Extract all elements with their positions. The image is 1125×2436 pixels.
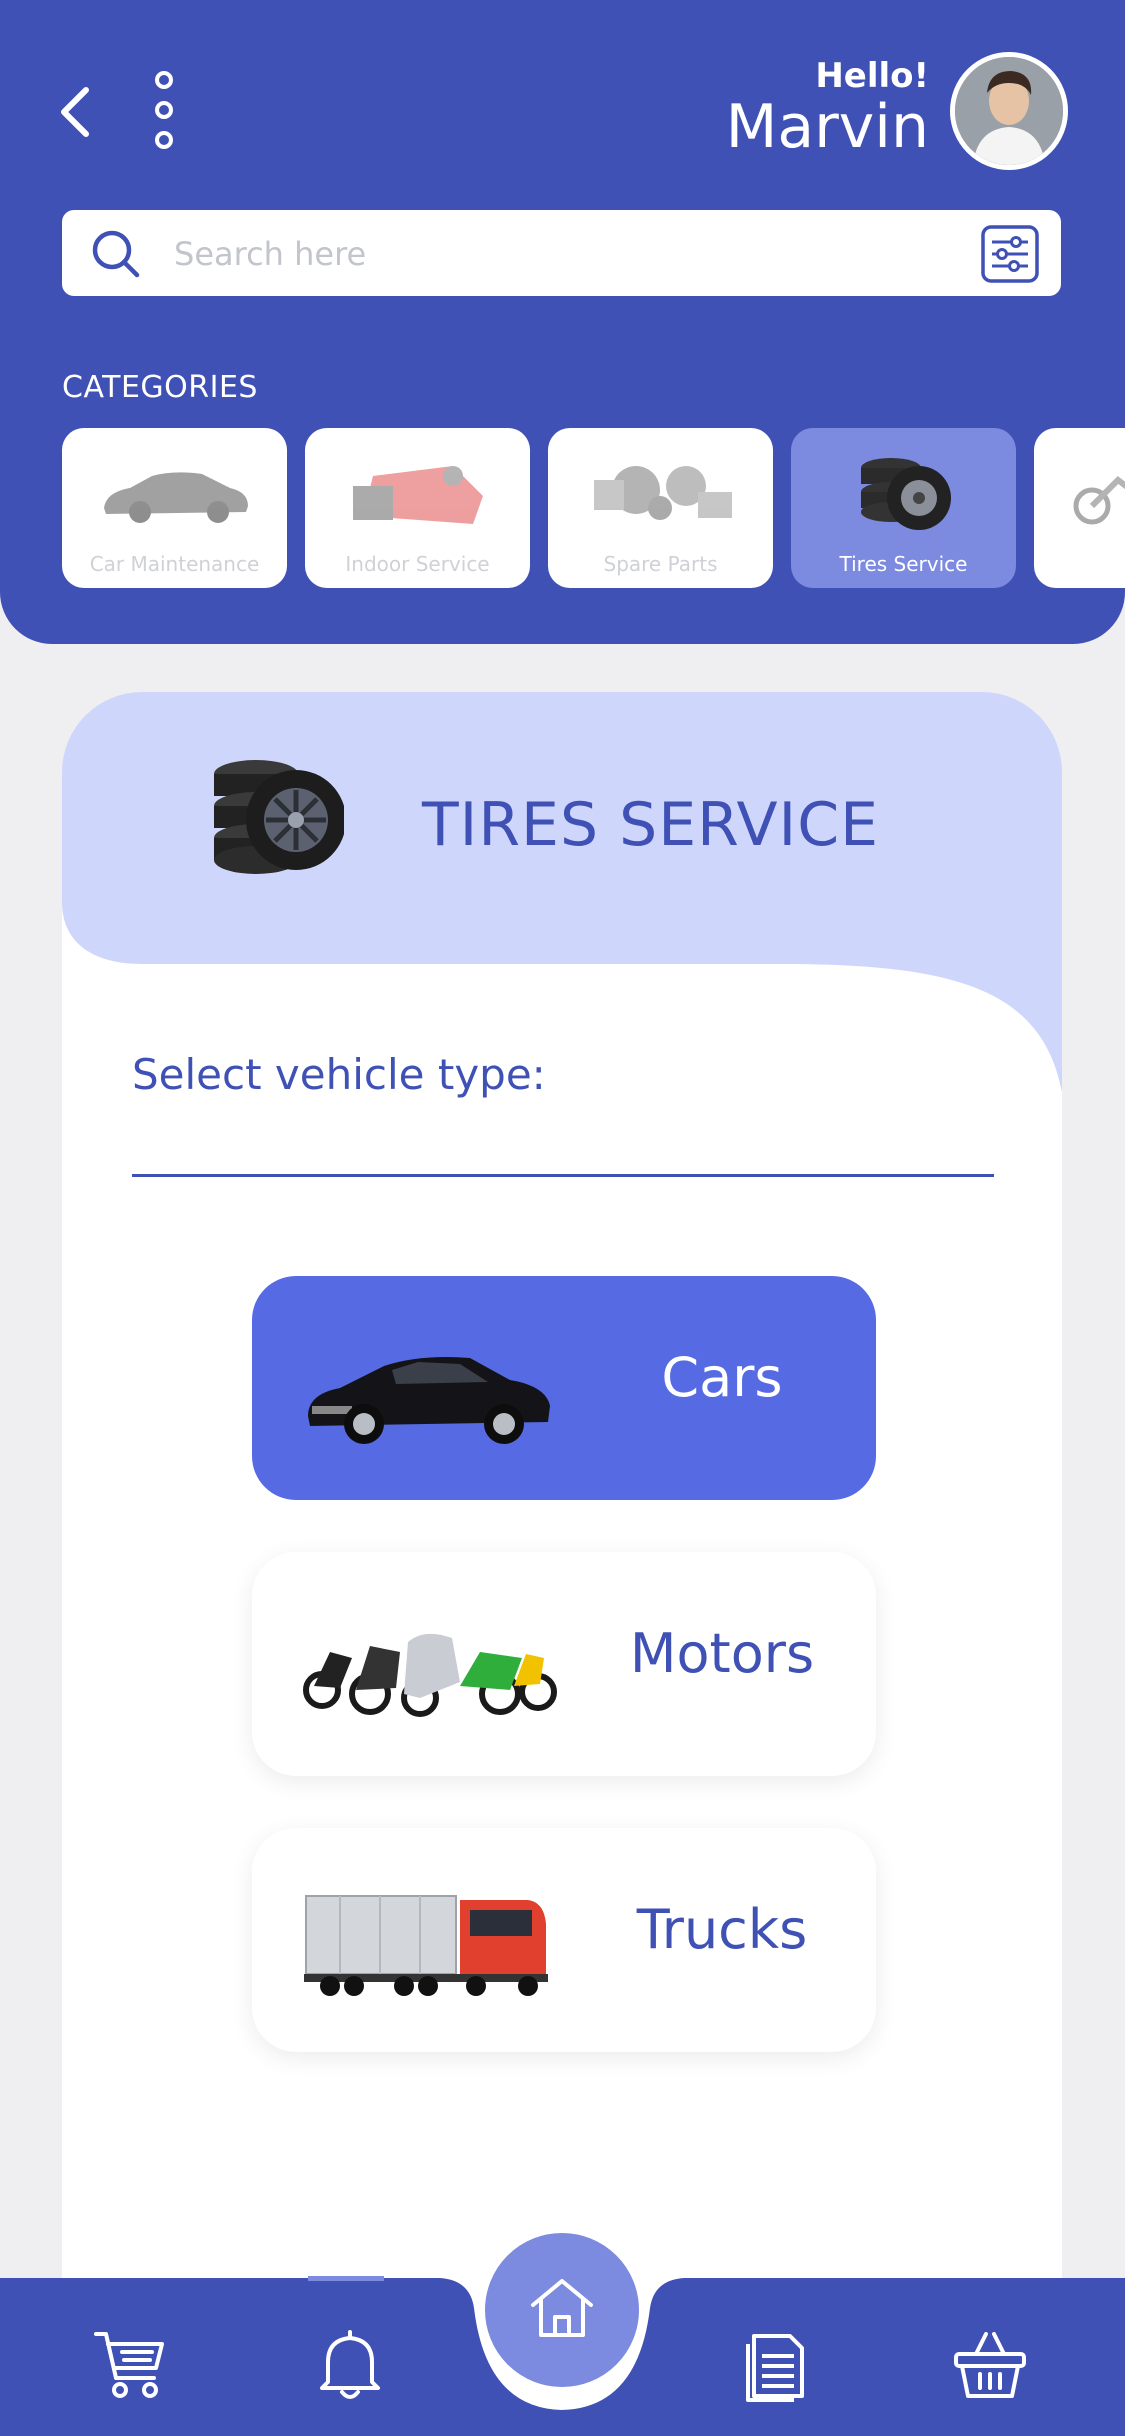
home-icon: [531, 2279, 593, 2337]
vehicle-option-label: Motors: [629, 1622, 815, 1685]
search-icon[interactable]: [90, 228, 142, 280]
category-car-maintenance[interactable]: Car Maintenance: [62, 428, 287, 588]
search-bar: [62, 210, 1061, 296]
nav-active-indicator: [308, 2276, 384, 2281]
vehicle-option-cars[interactable]: Cars: [252, 1276, 876, 1500]
vehicle-option-trucks[interactable]: Trucks: [252, 1828, 876, 2052]
category-label: Car Maintenance: [89, 552, 260, 576]
truck-icon: [304, 1895, 548, 1996]
motorcycle-icon: [1073, 476, 1125, 525]
document-icon[interactable]: [740, 2326, 816, 2402]
divider: [132, 1174, 994, 1177]
back-arrow-icon[interactable]: [56, 82, 96, 142]
car-icon: [308, 1357, 550, 1444]
tires-icon: [861, 458, 951, 530]
filter-icon[interactable]: [980, 224, 1040, 284]
car-icon: [104, 472, 248, 523]
category-label: M: [1034, 552, 1125, 576]
category-label: Spare Parts: [603, 552, 718, 576]
avatar[interactable]: [950, 52, 1068, 170]
categories-list: Car Maintenance Indoor Service Spare Par…: [62, 428, 1125, 588]
category-indoor-service[interactable]: Indoor Service: [305, 428, 530, 588]
cart-icon[interactable]: [92, 2326, 168, 2402]
vehicle-option-motors[interactable]: Motors: [252, 1552, 876, 1776]
more-options-icon[interactable]: [152, 70, 176, 150]
category-label: Tires Service: [839, 552, 968, 576]
category-motorcycle[interactable]: M: [1034, 428, 1125, 588]
category-spare-parts[interactable]: Spare Parts: [548, 428, 773, 588]
bell-icon[interactable]: [312, 2326, 388, 2402]
car-engine-icon: [353, 466, 483, 524]
tires-service-card: TIRES SERVICE Select vehicle type: Cars …: [62, 692, 1062, 2436]
home-button[interactable]: [478, 2226, 646, 2394]
tire-stack-icon: [214, 760, 344, 874]
basket-icon[interactable]: [952, 2326, 1028, 2402]
categories-title: CATEGORIES: [62, 370, 258, 405]
vehicle-option-label: Trucks: [636, 1898, 808, 1961]
user-name: Marvin: [725, 92, 929, 162]
avatar-image: [955, 57, 1063, 165]
select-vehicle-label: Select vehicle type:: [132, 1050, 546, 1099]
vehicle-option-label: Cars: [661, 1346, 783, 1409]
motorcycle-icon: [303, 1633, 557, 1717]
service-title: TIRES SERVICE: [422, 790, 880, 860]
greeting: Hello!: [815, 56, 929, 96]
search-input[interactable]: [172, 228, 996, 280]
spare-parts-icon: [594, 466, 732, 520]
header: Hello! Marvin CATEGORIES: [0, 0, 1125, 644]
category-tires-service[interactable]: Tires Service: [791, 428, 1016, 588]
category-label: Indoor Service: [345, 552, 490, 576]
